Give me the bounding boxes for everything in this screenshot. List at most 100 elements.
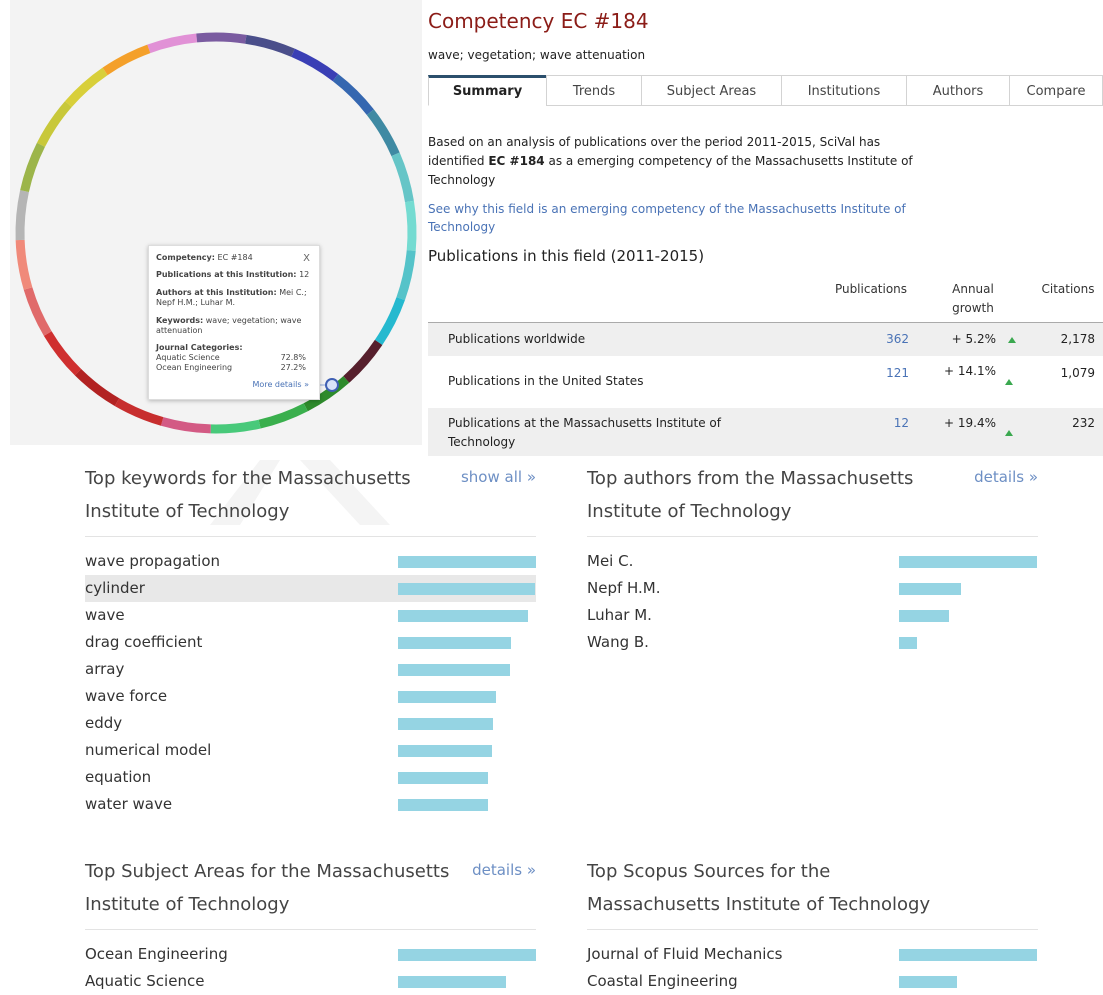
summary-text: Based on an analysis of publications ove… (428, 135, 913, 187)
col-header-annual-growth: Annual growth (952, 282, 994, 315)
wheel-segment[interactable] (102, 44, 151, 76)
list-item[interactable]: wave force (85, 683, 536, 710)
table-row: Publications in the United States 121 + … (428, 360, 1103, 404)
list-item-bar (398, 976, 506, 988)
list-item[interactable]: numerical model (85, 737, 536, 764)
tooltip-journal-label: Journal Categories: (156, 343, 243, 352)
list-item-label: drag coefficient (85, 633, 203, 651)
keywords-heading: Top keywords for the Massachusetts Insti… (85, 468, 411, 522)
tab-institutions[interactable]: Institutions (781, 75, 907, 106)
row-label: Publications worldwide (448, 332, 586, 346)
publications-heading: Publications in this field (2011-2015) (428, 247, 705, 265)
list-item-label: Aquatic Science (85, 972, 205, 990)
list-item[interactable]: cylinder (85, 575, 536, 602)
wheel-segment[interactable] (258, 403, 308, 429)
list-item[interactable]: eddy (85, 710, 536, 737)
wheel-segment[interactable] (332, 74, 374, 116)
tooltip-close-button[interactable]: X (303, 253, 310, 264)
col-header-citations: Citations (1041, 282, 1095, 296)
tab-authors[interactable]: Authors (906, 75, 1010, 106)
wheel-segment[interactable] (391, 152, 414, 203)
subject-details-link[interactable]: details » (472, 861, 536, 879)
row-publications[interactable]: 362 (886, 332, 909, 346)
sources-heading: Top Scopus Sources for the Massachusetts… (587, 861, 931, 915)
row-citations: 232 (1072, 416, 1095, 430)
wheel-segment[interactable] (343, 339, 383, 383)
list-item-bar (899, 556, 1037, 568)
list-item[interactable]: array (85, 656, 536, 683)
wheel-segment[interactable] (396, 250, 416, 301)
tab-compare[interactable]: Compare (1009, 75, 1103, 106)
subjects-heading: Top Subject Areas for the Massachusetts … (85, 861, 450, 915)
tab-summary[interactable]: Summary (428, 75, 547, 106)
row-publications[interactable]: 12 (894, 416, 909, 430)
growth-up-icon (1008, 337, 1016, 343)
table-row: Publications worldwide 362 + 5.2% 2,178 (428, 323, 1103, 356)
wheel-segment[interactable] (160, 417, 211, 434)
wheel-segment[interactable] (114, 398, 164, 426)
tooltip-authors: Authors at this Institution: Mei C.; Nep… (156, 288, 307, 307)
wheel-segment[interactable] (291, 48, 339, 82)
tab-trends[interactable]: Trends (546, 75, 642, 106)
see-why-link[interactable]: See why this field is an emerging compet… (428, 200, 938, 236)
list-item-bar (398, 610, 528, 622)
list-item[interactable]: drag coefficient (85, 629, 536, 656)
row-growth: + 5.2% (951, 332, 996, 346)
row-publications[interactable]: 121 (886, 366, 909, 380)
list-item-bar (899, 583, 961, 595)
row-growth: + 19.4% (944, 416, 996, 430)
list-item[interactable]: wave propagation (85, 548, 536, 575)
wheel-segment[interactable] (36, 101, 72, 147)
list-item-label: Wang B. (587, 633, 649, 651)
publications-table: Publications Annual growth Citations Pub… (428, 270, 1103, 456)
wheel-segment[interactable] (20, 142, 46, 193)
row-citations: 1,079 (1060, 366, 1095, 380)
list-item[interactable]: Wang B. (587, 629, 1038, 656)
selected-competency-marker[interactable] (325, 378, 339, 392)
wheel-segment[interactable] (366, 109, 400, 157)
more-details-link[interactable]: More details » (253, 380, 309, 389)
growth-up-icon (1005, 379, 1013, 385)
wheel-segment[interactable] (65, 67, 108, 108)
list-item[interactable]: wave (85, 602, 536, 629)
wheel-segment[interactable] (43, 331, 82, 376)
show-all-keywords-link[interactable]: show all » (461, 468, 536, 486)
tab-subject-areas[interactable]: Subject Areas (641, 75, 782, 106)
author-details-link[interactable]: details » (974, 468, 1038, 486)
tooltip-publications: Publications at this Institution: 12 (156, 270, 310, 279)
list-item-bar (398, 664, 510, 676)
list-item-bar (398, 718, 493, 730)
list-item[interactable]: Journal of Fluid Mechanics (587, 941, 1038, 968)
wheel-segment[interactable] (23, 287, 52, 336)
wheel-segment[interactable] (15, 190, 29, 241)
wheel-segment[interactable] (147, 33, 198, 54)
wheel-segment[interactable] (245, 34, 295, 57)
list-item-bar (398, 583, 535, 595)
list-item-label: array (85, 660, 125, 678)
list-item-label: Nepf H.M. (587, 579, 661, 597)
wheel-segment[interactable] (210, 419, 261, 434)
sources-section: Top Scopus Sources for the Massachusetts… (587, 855, 1038, 995)
list-item[interactable]: Nepf H.M. (587, 575, 1038, 602)
wheel-segment[interactable] (196, 32, 247, 44)
wheel-segment[interactable] (404, 200, 417, 251)
list-item[interactable]: Mei C. (587, 548, 1038, 575)
list-item-bar (398, 556, 536, 568)
list-item[interactable]: water wave (85, 791, 536, 818)
list-item-label: wave force (85, 687, 168, 705)
list-item[interactable]: equation (85, 764, 536, 791)
wheel-segment[interactable] (15, 239, 33, 290)
list-item-label: Mei C. (587, 552, 634, 570)
authors-list: Mei C. Nepf H.M. Luhar M. Wang B. (587, 548, 1038, 656)
authors-heading: Top authors from the Massachusetts Insti… (587, 468, 914, 522)
list-item[interactable]: Ocean Engineering (85, 941, 536, 968)
list-item-bar (398, 799, 488, 811)
keywords-section: Top keywords for the Massachusetts Insti… (85, 462, 536, 818)
wheel-segment[interactable] (374, 297, 405, 345)
list-item[interactable]: Coastal Engineering (587, 968, 1038, 995)
col-header-publications: Publications (834, 282, 908, 296)
wheel-segment[interactable] (74, 368, 120, 407)
list-item[interactable]: Aquatic Science (85, 968, 536, 995)
subjects-section: Top Subject Areas for the Massachusetts … (85, 855, 536, 995)
list-item[interactable]: Luhar M. (587, 602, 1038, 629)
